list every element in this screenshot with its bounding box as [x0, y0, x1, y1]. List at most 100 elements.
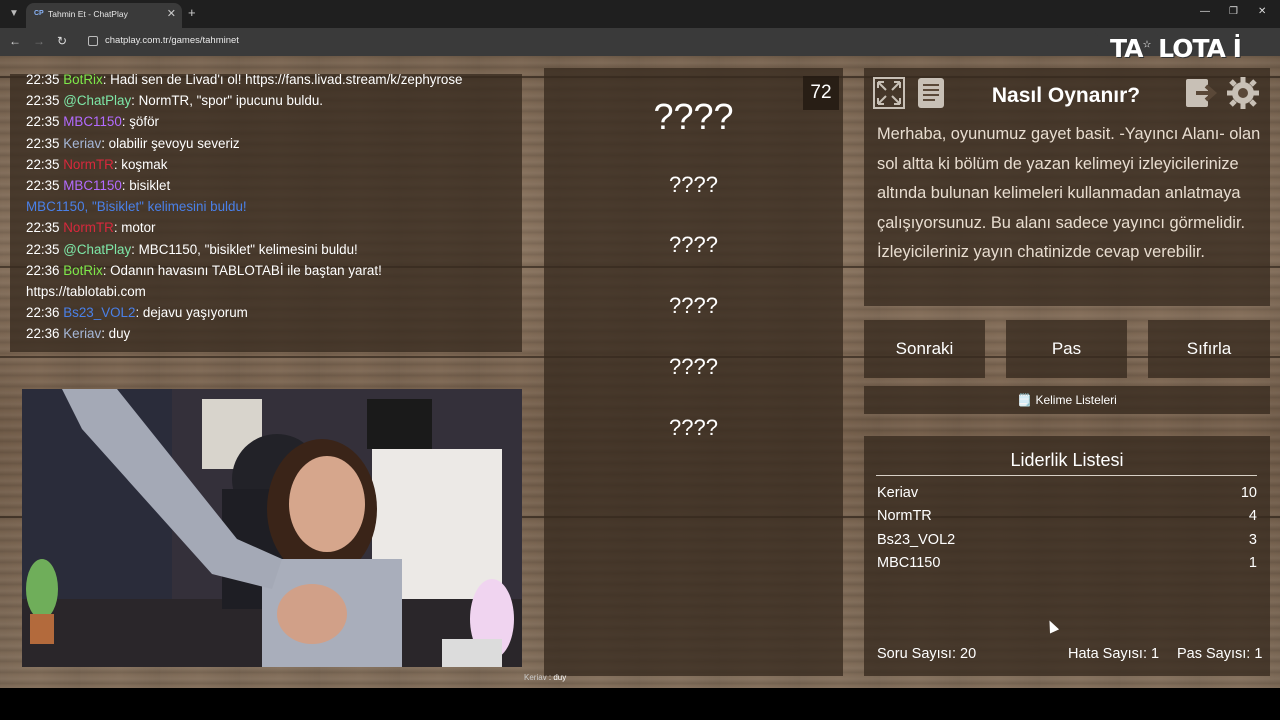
- chat-message: 22:36 BotRix: Odanın havasını TABLOTABİ …: [26, 260, 516, 281]
- chat-text: : MBC1150, "bisiklet" kelimesini buldu!: [131, 241, 358, 257]
- chat-username[interactable]: NormTR: [63, 157, 114, 172]
- chat-timestamp: 22:35: [26, 135, 64, 151]
- chat-message: 22:35 MBC1150: bisiklet: [26, 175, 516, 196]
- chat-text: : Odanın havasını TABLOTABİ ile baştan y…: [102, 262, 382, 278]
- player-score: 3: [1248, 532, 1257, 548]
- chat-timestamp: 22:35: [26, 114, 64, 130]
- chat-username[interactable]: Bs23_VOL2: [63, 305, 135, 320]
- chat-timestamp: 22:35: [26, 220, 64, 236]
- back-icon[interactable]: ←: [9, 34, 21, 48]
- player-name: MBC1150: [877, 555, 941, 571]
- chat-username[interactable]: BotRix: [63, 263, 102, 278]
- close-tab-icon[interactable]: ✕: [167, 7, 176, 20]
- close-window-icon[interactable]: ✕: [1258, 6, 1266, 17]
- player-name: Keriav: [877, 485, 919, 501]
- divider: [876, 475, 1257, 476]
- reload-icon[interactable]: ↻: [57, 34, 67, 48]
- main-word: ????: [653, 96, 734, 137]
- chat-timestamp: 22:36: [26, 326, 64, 342]
- chat-username[interactable]: MBC1150: [63, 178, 122, 193]
- forbidden-word: ????: [669, 293, 718, 318]
- chat-text: https://tablotabi.com: [26, 284, 146, 300]
- chat-caption: Keriav : duy: [524, 673, 566, 682]
- document-icon[interactable]: [914, 76, 948, 110]
- chat-message: 22:35 BotRix: Hadi sen de Livad'ı ol! ht…: [26, 74, 516, 90]
- chat-message: 22:35 NormTR: motor: [26, 217, 516, 238]
- chat-message: 22:35 MBC1150: şöför: [26, 111, 516, 132]
- how-to-play-text: Merhaba, oyunumuz gayet basit. -Yayıncı …: [877, 125, 1261, 261]
- chat-message: MBC1150, "Bisiklet" kelimesini buldu!: [26, 196, 516, 217]
- chat-username[interactable]: @ChatPlay: [63, 242, 131, 257]
- chat-timestamp: 22:35: [26, 93, 64, 109]
- chat-text: : NormTR, "spor" ipucunu buldu.: [131, 93, 324, 109]
- url-text: chatplay.com.tr/games/tahminet: [105, 35, 239, 46]
- chat-text: : bisiklet: [121, 178, 171, 194]
- words-panel: 72 ???? ???? ???? ???? ???? ????: [544, 68, 843, 676]
- chat-username[interactable]: @ChatPlay: [63, 93, 131, 108]
- chat-username[interactable]: NormTR: [63, 220, 114, 235]
- chat-username[interactable]: Keriav: [63, 136, 101, 151]
- fullscreen-icon[interactable]: [872, 76, 906, 110]
- url-field[interactable]: chatplay.com.tr/games/tahminet: [80, 31, 1100, 53]
- favicon-icon: CP: [34, 10, 44, 17]
- player-name: Bs23_VOL2: [877, 532, 956, 548]
- chat-text: : şöför: [121, 114, 160, 130]
- leaderboard-row: Keriav 10: [877, 485, 1257, 507]
- chat-message: 22:35 @ChatPlay: MBC1150, "bisiklet" kel…: [26, 239, 516, 260]
- webcam-image: [22, 389, 522, 667]
- chat-timestamp: 22:35: [26, 241, 64, 257]
- chat-text: : motor: [113, 220, 156, 236]
- chat-text: : Hadi sen de Livad'ı ol! https://fans.l…: [102, 74, 463, 87]
- settings-gear-icon[interactable]: [1226, 76, 1260, 110]
- tab-list-icon[interactable]: ▼: [6, 6, 22, 22]
- player-score: 1: [1248, 555, 1257, 571]
- forbidden-word: ????: [669, 415, 718, 440]
- chat-text: : koşmak: [113, 156, 168, 172]
- restore-icon[interactable]: ❐: [1229, 6, 1238, 17]
- forbidden-word: ????: [669, 232, 718, 257]
- forbidden-word: ????: [669, 172, 718, 197]
- site-info-icon[interactable]: [88, 36, 98, 46]
- question-count: Soru Sayısı: 20: [877, 646, 977, 662]
- chat-username[interactable]: MBC1150: [63, 114, 122, 129]
- tab-title: Tahmin Et - ChatPlay: [48, 9, 128, 19]
- reset-button[interactable]: Sıfırla: [1148, 320, 1270, 378]
- notepad-icon: 🗒️: [1017, 393, 1036, 407]
- webcam-video: [22, 389, 522, 667]
- chat-timestamp: 22:35: [26, 156, 64, 172]
- chat-text: : olabilir şevoyu severiz: [101, 135, 240, 151]
- chat-lines: 22:35 BotRix: Hadi sen de Livad'ı ol! ht…: [26, 74, 516, 345]
- game-page: 22:35 BotRix: Hadi sen de Livad'ı ol! ht…: [0, 56, 1280, 688]
- chat-message: https://tablotabi.com: [26, 281, 516, 302]
- browser-addressbar: ← → ↻ chatplay.com.tr/games/tahminet: [0, 28, 1280, 56]
- chat-text: MBC1150, "Bisiklet" kelimesini buldu!: [26, 199, 247, 215]
- new-tab-icon[interactable]: +: [188, 5, 196, 20]
- browser-tabbar: ▼ CP Tahmin Et - ChatPlay ✕ + — ❐ ✕: [0, 0, 1280, 28]
- chat-message: 22:36 Bs23_VOL2: dejavu yaşıyorum: [26, 302, 516, 323]
- chat-timestamp: 22:36: [26, 262, 64, 278]
- player-name: NormTR: [877, 508, 932, 524]
- pass-button[interactable]: Pas: [1006, 320, 1127, 378]
- word-lists-label: Kelime Listeleri: [1035, 393, 1117, 407]
- forward-icon[interactable]: →: [33, 34, 45, 48]
- chat-message: 22:36 Keriav: duy: [26, 323, 516, 344]
- chat-panel[interactable]: 22:35 BotRix: Hadi sen de Livad'ı ol! ht…: [10, 74, 522, 352]
- chat-username[interactable]: BotRix: [63, 74, 102, 87]
- leaderboard-row: NormTR 4: [877, 508, 1257, 530]
- word-lists-button[interactable]: 🗒️ Kelime Listeleri: [864, 386, 1270, 414]
- chat-text: : duy: [101, 326, 131, 342]
- chat-message: 22:35 @ChatPlay: NormTR, "spor" ipucunu …: [26, 90, 516, 111]
- extension-logo: TA☆ LOTA İ: [1110, 34, 1242, 63]
- browser-tab[interactable]: CP Tahmin Et - ChatPlay ✕: [26, 3, 182, 28]
- player-score: 10: [1240, 485, 1257, 501]
- exit-icon[interactable]: [1184, 76, 1218, 110]
- chat-timestamp: 22:35: [26, 178, 64, 194]
- minimize-icon[interactable]: —: [1200, 6, 1210, 17]
- pass-count: Pas Sayısı: 1: [1177, 646, 1263, 662]
- chat-timestamp: 22:36: [26, 305, 64, 321]
- chat-username[interactable]: Keriav: [63, 326, 101, 341]
- leaderboard-row: Bs23_VOL2 3: [877, 532, 1257, 554]
- chat-text: : dejavu yaşıyorum: [135, 305, 248, 321]
- next-button[interactable]: Sonraki: [864, 320, 985, 378]
- caption-text: : duy: [546, 673, 567, 682]
